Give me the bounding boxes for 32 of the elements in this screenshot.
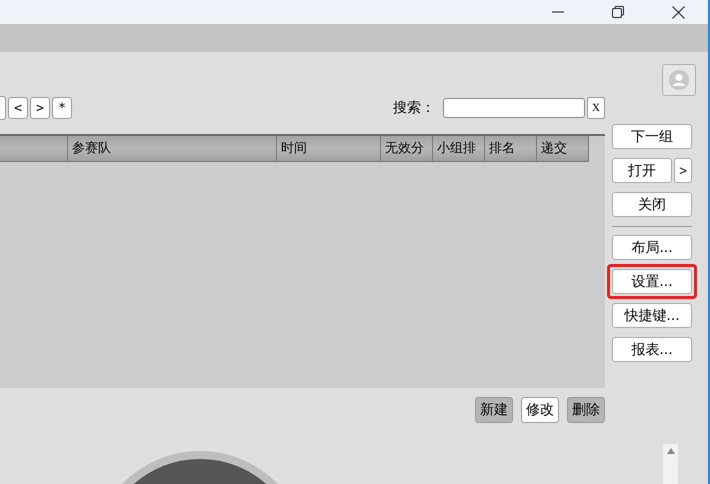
side-button[interactable]: 打开: [612, 158, 672, 183]
restore-icon: [612, 6, 624, 18]
side-button[interactable]: 下一组: [612, 124, 692, 149]
side-button[interactable]: 设置...: [612, 269, 692, 294]
nav-button[interactable]: <: [8, 97, 28, 119]
scrollbar[interactable]: [663, 444, 678, 484]
minimize-icon: [552, 11, 564, 13]
side-button[interactable]: 报表...: [612, 337, 692, 362]
dropdown-button[interactable]: >: [674, 158, 692, 183]
side-button[interactable]: 关闭: [612, 192, 692, 217]
close-icon: [672, 6, 684, 18]
column-header[interactable]: 时间: [277, 136, 381, 162]
column-header[interactable]: 小组排: [433, 136, 485, 162]
user-icon: [669, 70, 689, 90]
column-header[interactable]: 递交: [537, 136, 589, 162]
action-button[interactable]: 修改: [521, 397, 559, 423]
side-button[interactable]: 快捷键...: [612, 303, 692, 328]
nav-button[interactable]: >: [30, 97, 50, 119]
column-header[interactable]: 参赛队: [68, 136, 277, 162]
action-button[interactable]: 删除: [567, 397, 605, 423]
search-field[interactable]: [443, 98, 585, 118]
column-header[interactable]: 无效分: [381, 136, 433, 162]
column-header[interactable]: 排名: [485, 136, 537, 162]
nav-button[interactable]: *: [52, 97, 72, 119]
search-label: 搜索：: [393, 99, 435, 117]
side-button[interactable]: 布局...: [612, 235, 692, 260]
action-button[interactable]: 新建: [475, 397, 513, 423]
column-header[interactable]: [0, 136, 68, 162]
avatar-button[interactable]: [662, 64, 696, 96]
scroll-up-icon: [666, 448, 674, 454]
nav-button[interactable]: [0, 96, 6, 120]
clear-search-button[interactable]: X: [587, 97, 605, 119]
